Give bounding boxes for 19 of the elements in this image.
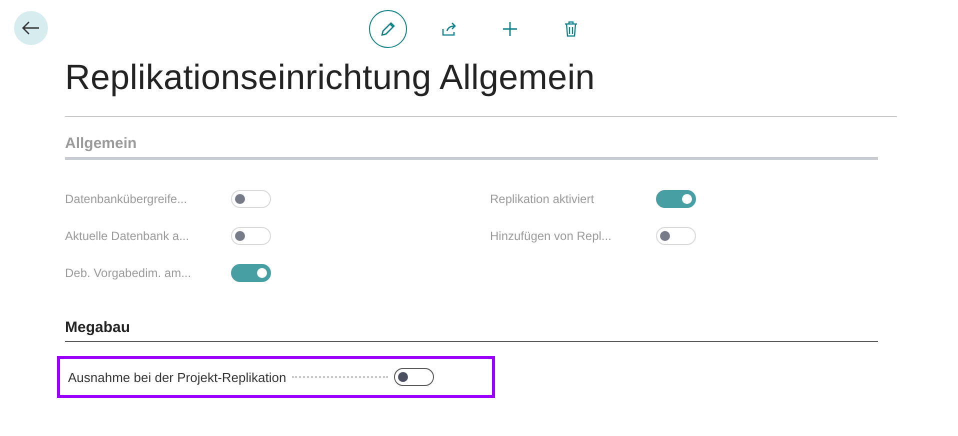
toggle-switch[interactable] [656, 190, 696, 208]
field-label: Datenbankübergreife... [65, 192, 188, 206]
field-label: Hinzufügen von Repl... [490, 228, 612, 242]
edit-button[interactable] [369, 10, 407, 48]
trash-icon [564, 21, 578, 37]
section-heading: Allgemein [65, 135, 878, 160]
plus-icon [502, 21, 518, 37]
field-label: Deb. Vorgabedim. am... [65, 266, 192, 280]
page-title: Replikationseinrichtung Allgemein [65, 58, 596, 99]
field-label: Ausnahme bei der Projekt-Replikation [68, 370, 286, 384]
share-icon [441, 21, 457, 37]
section-heading: Megabau [65, 319, 878, 342]
back-button[interactable] [14, 11, 48, 45]
back-arrow-icon [22, 21, 40, 35]
pencil-icon [380, 21, 396, 37]
toggle-switch[interactable] [394, 368, 434, 386]
field-label: Aktuelle Datenbank a... [65, 228, 190, 242]
toggle-switch[interactable] [231, 264, 271, 282]
field-label: Replikation aktiviert [490, 192, 596, 206]
